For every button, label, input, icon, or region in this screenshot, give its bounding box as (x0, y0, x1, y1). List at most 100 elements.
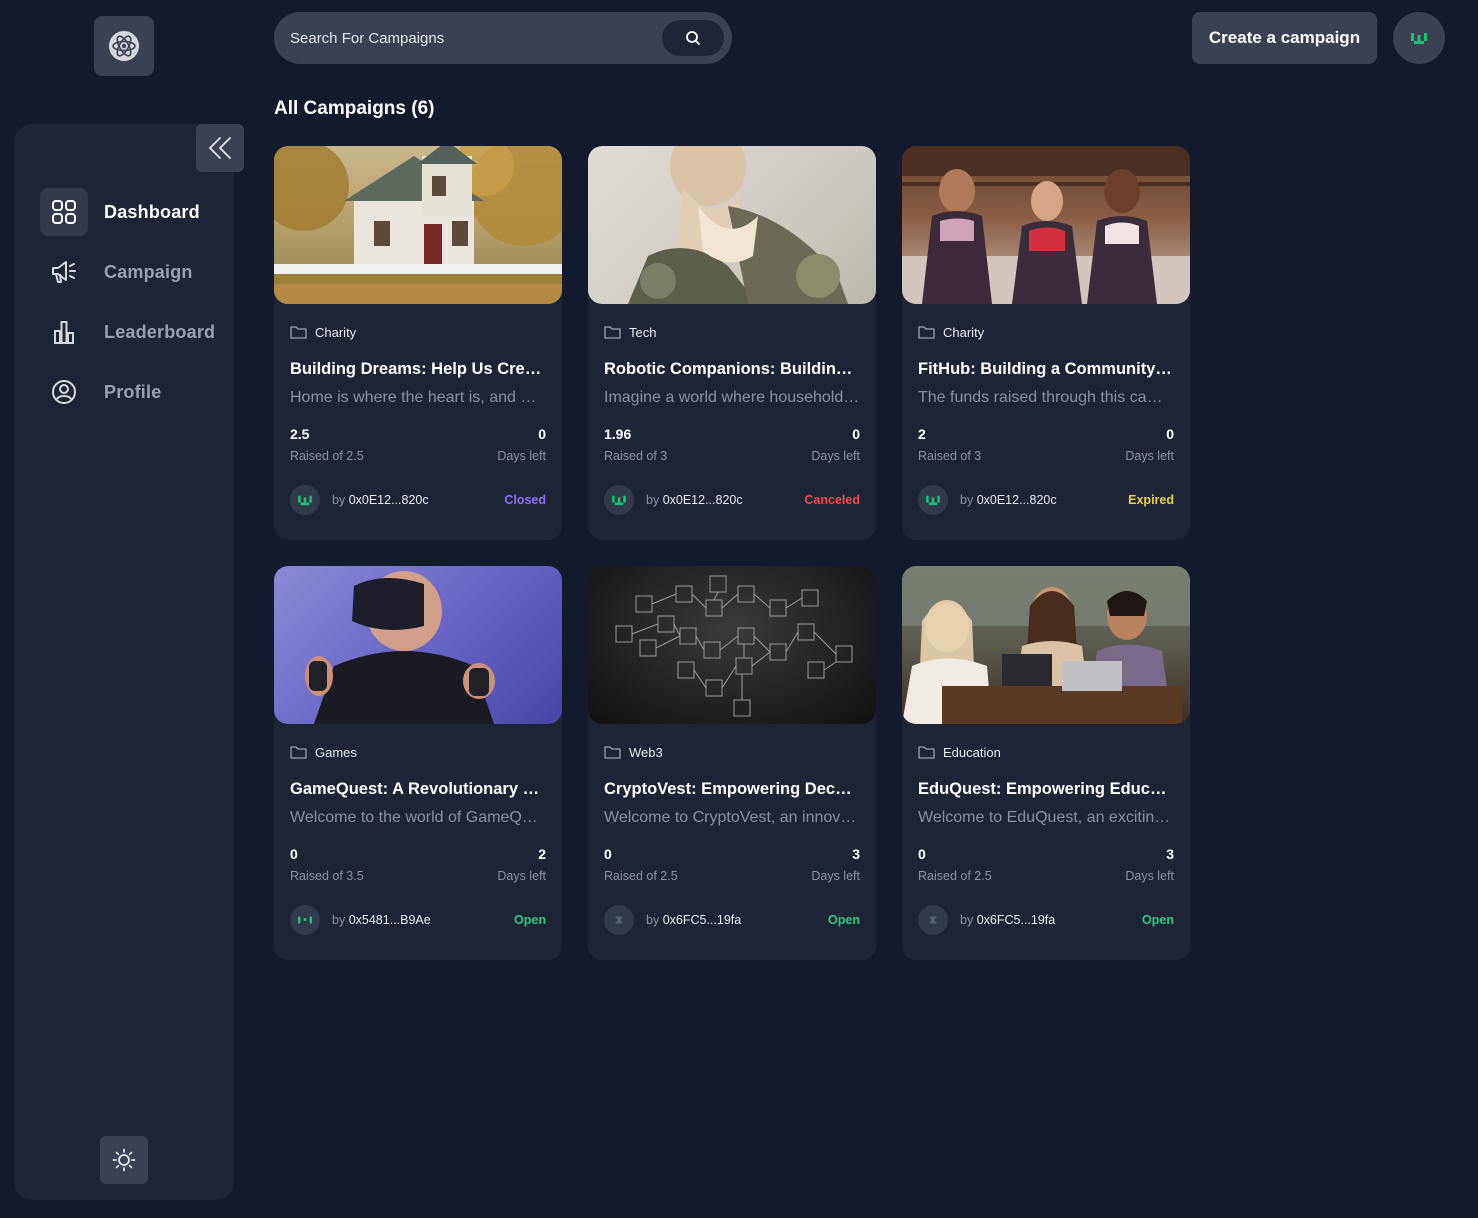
campaign-card[interactable]: Web3 CryptoVest: Empowering Decentralize… (588, 566, 876, 960)
owner-label: by 0x0E12...820c (960, 493, 1057, 507)
user-circle-icon (40, 368, 88, 416)
campaign-category: Charity (943, 324, 985, 340)
days-left-label: Days left (811, 869, 860, 883)
owner-address: 0x5481...B9Ae (348, 913, 431, 927)
raised-amount: 0 (604, 846, 612, 862)
campaign-description: Home is where the heart is, and we need … (290, 389, 546, 406)
days-left-value: 3 (1166, 846, 1174, 862)
create-campaign-button[interactable]: Create a campaign (1192, 12, 1377, 64)
campaign-title: Building Dreams: Help Us Create a Home (290, 360, 546, 378)
campaign-image-fitness (902, 146, 1190, 304)
search-button[interactable] (662, 20, 724, 56)
owner-avatar (604, 905, 634, 935)
identicon-icon (929, 916, 937, 924)
sidebar-item-leaderboard[interactable]: Leaderboard (40, 308, 230, 356)
folder-icon (918, 326, 935, 339)
owner-avatar (604, 485, 634, 515)
days-left-label: Days left (811, 449, 860, 463)
identicon-icon (612, 495, 626, 506)
days-left-value: 2 (538, 846, 546, 862)
owner-address: 0x0E12...820c (662, 493, 743, 507)
theme-toggle-button[interactable] (100, 1136, 148, 1184)
campaign-title: CryptoVest: Empowering Decentralized Fin… (604, 780, 860, 798)
campaign-grid: Charity Building Dreams: Help Us Create … (274, 146, 1190, 960)
owner-address: 0x6FC5...19fa (976, 913, 1056, 927)
campaign-category: Education (943, 744, 1001, 760)
sidebar-nav: Dashboard Campaign Leaderboard Profile (40, 188, 230, 428)
search-input[interactable] (290, 29, 650, 47)
search-icon (686, 31, 700, 45)
raised-label: Raised of 2.5 (918, 869, 992, 883)
sidebar-item-dashboard[interactable]: Dashboard (40, 188, 230, 236)
campaign-category: Web3 (629, 744, 663, 760)
bar-chart-icon (40, 308, 88, 356)
raised-amount: 0 (918, 846, 926, 862)
owner-address: 0x0E12...820c (976, 493, 1057, 507)
raised-label: Raised of 2.5 (604, 869, 678, 883)
double-chevron-left-icon (208, 137, 231, 159)
folder-icon (290, 326, 307, 339)
campaign-description: Welcome to the world of GameQuest (290, 809, 546, 826)
sidebar-item-campaign[interactable]: Campaign (40, 248, 230, 296)
campaign-title: EduQuest: Empowering Education for All (918, 780, 1174, 798)
owner-avatar (918, 485, 948, 515)
campaign-card[interactable]: Tech Robotic Companions: Building the Fu… (588, 146, 876, 540)
identicon-icon (298, 495, 312, 506)
collapse-sidebar-button[interactable] (196, 124, 244, 172)
raised-amount: 0 (290, 846, 298, 862)
identicon-icon (298, 916, 312, 924)
campaign-description: Welcome to EduQuest, an exciting platfor… (918, 809, 1174, 826)
user-avatar[interactable] (1393, 12, 1445, 64)
days-left-value: 0 (852, 426, 860, 442)
status-badge: Open (514, 913, 546, 927)
days-left-label: Days left (1125, 449, 1174, 463)
folder-icon (290, 746, 307, 759)
campaign-description: The funds raised through this campaign (918, 389, 1174, 406)
raised-label: Raised of 3 (604, 449, 668, 463)
days-left-label: Days left (497, 869, 546, 883)
status-badge: Expired (1128, 493, 1174, 507)
days-left-value: 0 (1166, 426, 1174, 442)
days-left-label: Days left (1125, 869, 1174, 883)
megaphone-icon (40, 248, 88, 296)
search-bar (274, 12, 732, 64)
raised-label: Raised of 3.5 (290, 869, 364, 883)
owner-label: by 0x0E12...820c (332, 493, 429, 507)
campaign-title: FitHub: Building a Community of Fitness (918, 360, 1174, 378)
campaign-category: Charity (315, 324, 357, 340)
raised-label: Raised of 2.5 (290, 449, 364, 463)
page-title: All Campaigns (6) (274, 98, 435, 119)
campaign-card[interactable]: Charity FitHub: Building a Community of … (902, 146, 1190, 540)
identicon-icon (926, 495, 940, 506)
campaign-card[interactable]: Education EduQuest: Empowering Education… (902, 566, 1190, 960)
status-badge: Canceled (804, 493, 860, 507)
sidebar-item-profile[interactable]: Profile (40, 368, 230, 416)
identicon-icon (1411, 33, 1427, 44)
owner-avatar (918, 905, 948, 935)
sidebar-item-label: Leaderboard (104, 321, 216, 342)
campaign-image-house (274, 146, 562, 304)
campaign-image-robot (588, 146, 876, 304)
days-left-value: 0 (538, 426, 546, 442)
owner-label: by 0x5481...B9Ae (332, 913, 431, 927)
campaign-description: Imagine a world where household robots h… (604, 389, 860, 406)
campaign-title: GameQuest: A Revolutionary Fantasy Game (290, 780, 546, 798)
campaign-description: Welcome to CryptoVest, an innovative pla… (604, 809, 860, 826)
owner-avatar (290, 905, 320, 935)
folder-icon (604, 326, 621, 339)
status-badge: Closed (504, 493, 546, 507)
campaign-title: Robotic Companions: Building the Future (604, 360, 860, 378)
folder-icon (604, 746, 621, 759)
raised-amount: 1.96 (604, 426, 632, 442)
app-logo[interactable] (94, 16, 154, 76)
raised-amount: 2 (918, 426, 926, 442)
campaign-card[interactable]: Games GameQuest: A Revolutionary Fantasy… (274, 566, 562, 960)
sidebar-item-label: Dashboard (104, 201, 200, 222)
raised-label: Raised of 3 (918, 449, 982, 463)
owner-label: by 0x6FC5...19fa (960, 913, 1056, 927)
owner-label: by 0x0E12...820c (646, 493, 743, 507)
campaign-card[interactable]: Charity Building Dreams: Help Us Create … (274, 146, 562, 540)
campaign-category: Tech (629, 324, 657, 340)
sidebar-item-label: Campaign (104, 261, 193, 282)
sun-icon (112, 1148, 136, 1172)
